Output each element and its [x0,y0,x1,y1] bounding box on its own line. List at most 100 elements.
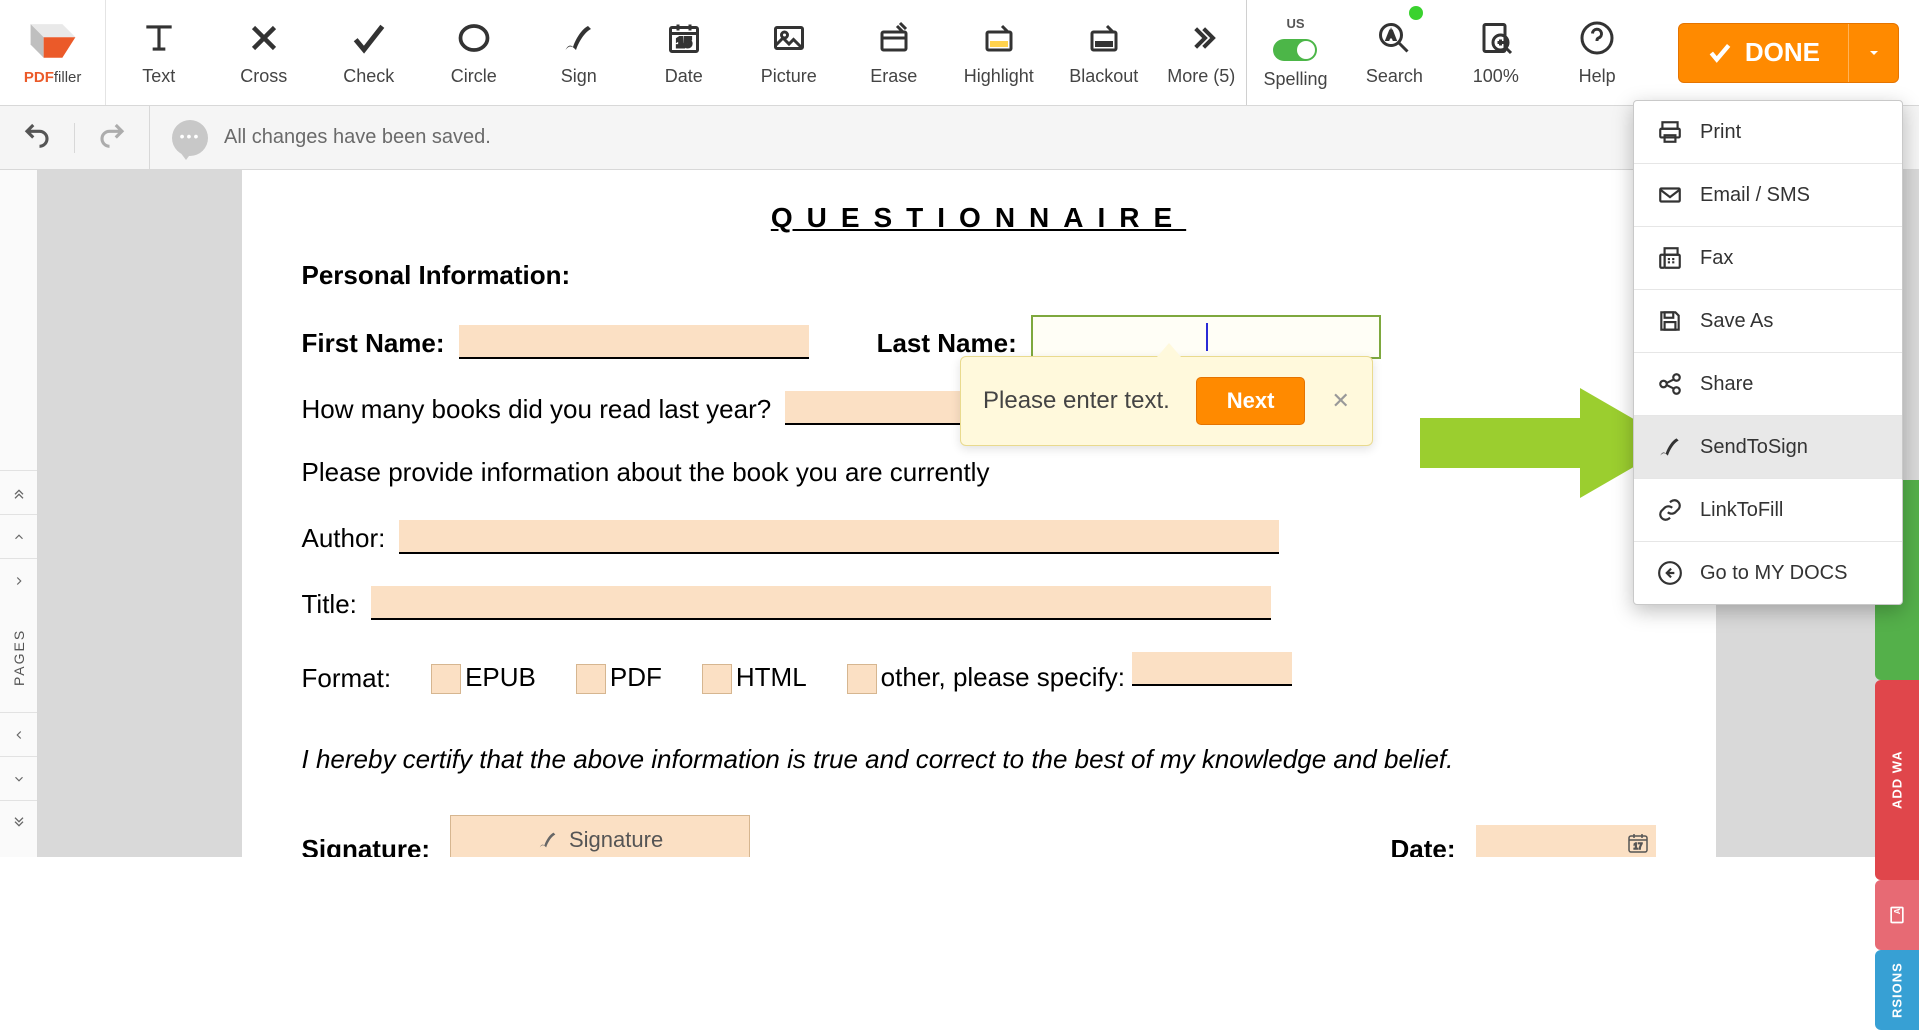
spelling-lang: US [1286,16,1304,31]
format-epub-option[interactable]: EPUB [431,662,536,694]
first-name-label: First Name: [302,328,445,359]
dd-fax-label: Fax [1700,247,1733,270]
spelling-toggle[interactable] [1273,39,1317,61]
email-icon [1656,182,1684,208]
checkbox-icon[interactable] [702,664,732,694]
picture-tool[interactable]: Picture [736,0,841,105]
highlight-tool[interactable]: Highlight [946,0,1051,105]
more-tool[interactable]: More (5) [1156,0,1246,105]
rail-scroll-down[interactable] [0,756,37,800]
author-row: Author: [302,520,1656,554]
help-tool[interactable]: Help [1547,0,1648,105]
dd-go-to-docs-label: Go to MY DOCS [1700,562,1847,585]
rail-scroll-down-double[interactable] [0,800,37,844]
text-tool[interactable]: Text [106,0,211,105]
tooltip-close-button[interactable]: ✕ [1331,388,1349,414]
date-field[interactable]: 17 [1476,825,1656,857]
zoom-tool[interactable]: 100% [1445,0,1546,105]
sig-row: Signature: Signature Date: 17 [302,815,1656,857]
search-icon: A [1376,18,1412,58]
date-tool[interactable]: 15 Date [631,0,736,105]
format-label: Format: [302,663,392,694]
blackout-tool[interactable]: Blackout [1051,0,1156,105]
comment-icon[interactable]: ••• [172,120,208,156]
side-tab-versions[interactable]: RSIONS [1875,950,1919,1030]
erase-tool[interactable]: Erase [841,0,946,105]
cross-icon [246,18,282,58]
checkbox-icon[interactable] [431,664,461,694]
done-main[interactable]: DONE [1679,37,1848,68]
done-dropdown-menu: Print Email / SMS Fax Save As Share Send… [1633,100,1903,605]
more-icon [1185,18,1217,58]
dd-save-as-label: Save As [1700,310,1773,333]
title-field[interactable] [371,586,1271,620]
last-name-field[interactable] [1031,315,1381,359]
blackout-icon [1086,18,1122,58]
rail-pages-prev[interactable] [0,712,37,756]
redo-button[interactable] [97,120,127,155]
rail-pages-next[interactable] [0,558,37,602]
done-button[interactable]: DONE [1678,23,1899,83]
dd-fax[interactable]: Fax [1634,227,1902,290]
side-tab-pink[interactable]: A [1875,880,1919,950]
format-other-option[interactable]: other, please specify: [847,652,1293,694]
print-icon [1656,119,1684,145]
svg-text:A: A [1892,907,1902,914]
undo-redo-group [0,106,150,169]
rail-scroll-up[interactable] [0,514,37,558]
last-name-label: Last Name: [877,328,1017,359]
checkbox-icon[interactable] [847,664,877,694]
author-label: Author: [302,523,386,554]
format-row: Format: EPUB PDF HTML other, please spec… [302,652,1656,694]
dd-share-label: Share [1700,373,1753,396]
books-field[interactable] [785,391,985,425]
sign-tool[interactable]: Sign [526,0,631,105]
dd-email-label: Email / SMS [1700,184,1810,207]
current-book-prompt: Please provide information about the boo… [302,457,990,488]
circle-tool[interactable]: Circle [421,0,526,105]
dd-save-as[interactable]: Save As [1634,290,1902,353]
checkbox-icon[interactable] [576,664,606,694]
search-tool[interactable]: A Search [1344,0,1445,105]
format-pdf-option[interactable]: PDF [576,662,662,694]
first-name-field[interactable] [459,325,809,359]
save-icon [1656,308,1684,334]
check-tool[interactable]: Check [316,0,421,105]
main-toolbar: PDFfiller Text Cross Check Circle Sign 1… [0,0,1919,106]
tooltip-next-button[interactable]: Next [1196,377,1306,425]
signature-label: Signature: [302,834,431,857]
rail-scroll-up-double[interactable] [0,470,37,514]
dd-send-to-sign[interactable]: SendToSign [1634,416,1902,479]
logo-text: PDFfiller [24,69,82,86]
side-tab-add-watermark[interactable]: ADD WA [1875,680,1919,880]
spelling-tool[interactable]: US Spelling [1247,0,1344,105]
save-status: All changes have been saved. [224,126,491,149]
signature-field[interactable]: Signature [450,815,750,857]
separator [74,123,75,153]
done-dropdown-toggle[interactable] [1848,24,1898,82]
calendar-icon[interactable]: 17 [1626,831,1650,857]
dd-print[interactable]: Print [1634,101,1902,164]
dd-email[interactable]: Email / SMS [1634,164,1902,227]
dd-link-to-fill[interactable]: LinkToFill [1634,479,1902,542]
books-question: How many books did you read last year? [302,394,772,425]
left-rail: PAGES [0,170,38,857]
tooltip-text: Please enter text. [983,387,1170,415]
enter-text-tooltip: Please enter text. Next ✕ [960,356,1373,446]
undo-button[interactable] [22,120,52,155]
tools-left: Text Cross Check Circle Sign 15 Date Pic… [106,0,1246,105]
cross-tool[interactable]: Cross [211,0,316,105]
dd-share[interactable]: Share [1634,353,1902,416]
document-page: QUESTIONNAIRE Personal Information: Firs… [242,170,1716,857]
format-html-option[interactable]: HTML [702,662,807,694]
logo[interactable]: PDFfiller [0,0,106,105]
status-area: ••• All changes have been saved. [150,120,491,156]
dd-go-to-docs[interactable]: Go to MY DOCS [1634,542,1902,604]
format-other-field[interactable] [1132,652,1292,686]
author-field[interactable] [399,520,1279,554]
sign-icon [561,18,597,58]
check-icon [349,18,389,58]
fax-icon [1656,245,1684,271]
zoom-icon [1478,18,1514,58]
text-cursor [1206,323,1208,351]
